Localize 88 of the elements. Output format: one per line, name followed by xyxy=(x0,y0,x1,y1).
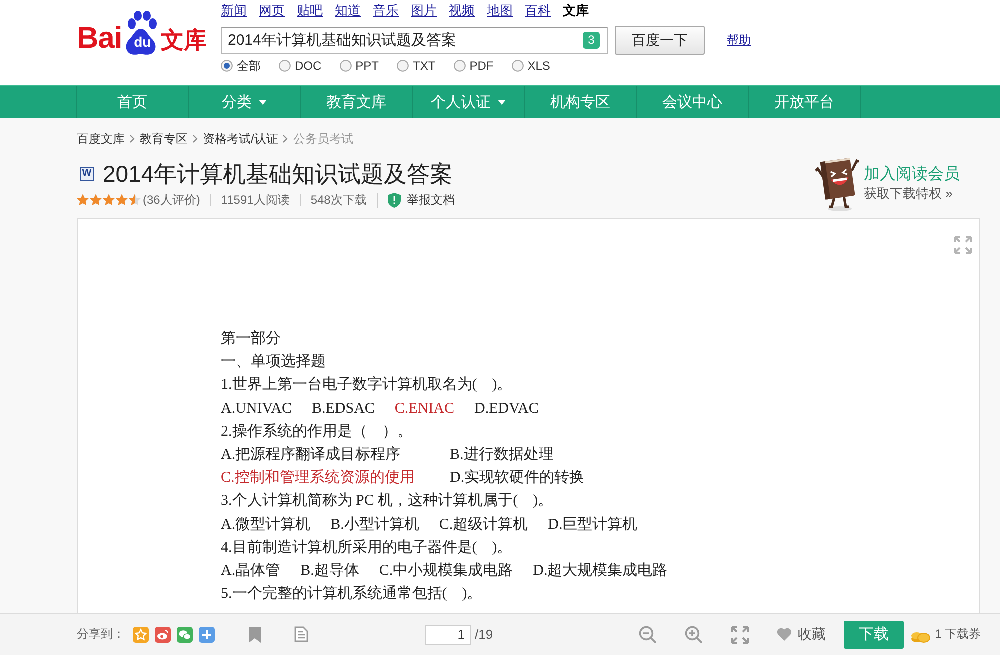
section-heading: 一、单项选择题 xyxy=(221,352,327,372)
answer-option: D.巨型计算机 xyxy=(548,514,638,537)
radio-icon[interactable] xyxy=(454,60,466,72)
logo-text: du xyxy=(133,35,152,50)
read-count: 11591人阅读 xyxy=(210,194,290,206)
paw-icon xyxy=(124,11,158,57)
radio-icon[interactable] xyxy=(279,60,291,72)
question-text: 4.目前制造计算机所采用的电子器件是( )。 xyxy=(221,538,514,558)
breadcrumb-link[interactable]: 教育专区 xyxy=(140,130,188,148)
radio-icon[interactable] xyxy=(221,60,233,72)
nav-link[interactable]: 图片 xyxy=(411,2,437,20)
breadcrumb-link[interactable]: 资格考试/认证 xyxy=(203,130,278,148)
star-icon xyxy=(77,194,89,206)
answer-option: A.把源程序翻译成目标程序 xyxy=(221,444,450,468)
document-icon[interactable] xyxy=(294,626,309,643)
favorite-link[interactable]: 收藏 xyxy=(798,626,826,644)
search-button[interactable]: 百度一下 xyxy=(615,26,705,55)
star-icon xyxy=(103,194,115,206)
section-heading: 第一部分 xyxy=(221,330,282,349)
radio-icon[interactable] xyxy=(512,60,524,72)
answer-option: A.晶体管 xyxy=(221,560,281,584)
file-type-radio[interactable]: DOC xyxy=(279,59,322,73)
document-title: 2014年计算机基础知识试题及答案 xyxy=(103,160,454,189)
nav-link[interactable]: 新闻 xyxy=(221,2,247,20)
nav-link[interactable]: 地图 xyxy=(487,2,513,20)
nav-link[interactable]: 贴吧 xyxy=(297,2,323,20)
zoom-out-icon[interactable] xyxy=(639,626,658,644)
radio-icon[interactable] xyxy=(397,60,410,72)
share-label: 分享到： xyxy=(77,626,125,643)
coupon-count: 1 下载券 xyxy=(935,626,982,643)
shield-icon xyxy=(388,192,401,208)
nav-link[interactable]: 文库 xyxy=(563,2,589,20)
answer-option: D.EDVAC xyxy=(474,398,539,421)
logo-text: 文库 xyxy=(161,27,208,53)
file-type-radio[interactable]: PPT xyxy=(340,59,380,73)
nav-link[interactable]: 知道 xyxy=(335,2,361,20)
answer-option: C.超级计算机 xyxy=(439,514,528,537)
download-count: 548次下载 xyxy=(300,194,367,206)
count-badge: 3 xyxy=(583,32,600,49)
search-field[interactable]: 2014年计算机基础知识试题及答案 3 xyxy=(221,27,608,54)
nav-link[interactable]: 视频 xyxy=(449,2,475,20)
breadcrumb-link[interactable]: 百度文库 xyxy=(77,130,125,148)
nav-link[interactable]: 音乐 xyxy=(373,2,399,20)
eye-share-icon[interactable] xyxy=(155,626,171,642)
answer-option: B.超导体 xyxy=(300,560,360,584)
logo-text: Bai xyxy=(77,24,122,54)
answer-option: B.EDSAC xyxy=(312,398,375,421)
page-number-field[interactable]: 1 xyxy=(425,624,471,644)
page-total: /19 xyxy=(475,627,494,642)
answer-option: A.UNIVAC xyxy=(221,398,292,421)
chevron-icon xyxy=(193,135,198,143)
nav-link[interactable]: 网页 xyxy=(259,2,285,20)
file-type-label: W xyxy=(80,167,94,181)
fullscreen-icon[interactable] xyxy=(731,626,750,644)
zoom-in-icon[interactable] xyxy=(685,626,704,644)
question-text: 1.世界上第一台电子数字计算机取名为( )。 xyxy=(221,375,514,396)
answer-option: C.ENIAC xyxy=(394,398,455,421)
file-type-radio[interactable]: XLS xyxy=(512,59,550,73)
question-text: 2.操作系统的作用是（ ）。 xyxy=(221,422,414,442)
help-link[interactable]: 帮助 xyxy=(727,32,751,49)
chevron-icon xyxy=(283,135,288,143)
chat-bubbles-icon[interactable] xyxy=(177,626,193,642)
expand-icon[interactable] xyxy=(954,236,972,254)
star-icon xyxy=(90,194,102,206)
answer-option: B.进行数据处理 xyxy=(450,444,979,468)
radio-icon[interactable] xyxy=(340,60,352,72)
answer-option: C.控制和管理系统资源的使用 xyxy=(221,467,450,490)
promo-link[interactable]: 获取下载特权 » xyxy=(864,184,960,202)
heart-icon[interactable] xyxy=(777,628,792,641)
file-type-radio[interactable]: PDF xyxy=(454,59,494,73)
report-link[interactable]: 举报文档 xyxy=(388,192,455,208)
question-text: 5.一个完整的计算机系统通常包括( )。 xyxy=(221,584,484,604)
star-icon xyxy=(116,194,128,206)
nav-link[interactable]: 百科 xyxy=(525,2,551,20)
star-icon xyxy=(129,194,141,206)
answer-option: C.中小规模集成电路 xyxy=(379,560,514,584)
answer-option: D.超大规模集成电路 xyxy=(533,560,668,584)
rating-count: (36人评价) xyxy=(143,192,200,208)
answer-option: B.小型计算机 xyxy=(330,514,420,537)
star-share-icon[interactable] xyxy=(133,626,149,642)
file-type-radio[interactable]: TXT xyxy=(397,59,436,73)
file-type-radio[interactable]: 全部 xyxy=(221,59,261,73)
answer-option: D.实现软硬件的转换 xyxy=(450,467,979,490)
bookmark-icon[interactable] xyxy=(249,626,261,642)
question-text: 3.个人计算机简称为 PC 机，这种计算机属于( )。 xyxy=(221,492,554,512)
plus-icon[interactable] xyxy=(199,626,215,642)
chevron-icon xyxy=(130,135,135,143)
answer-option: A.微型计算机 xyxy=(221,514,311,537)
